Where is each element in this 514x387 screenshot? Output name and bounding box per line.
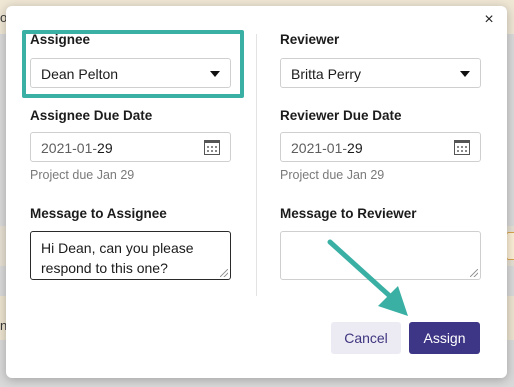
assignee-due-date-label: Assignee Due Date — [30, 108, 153, 123]
assignee-message-text: Hi Dean, can you please respond to this … — [41, 240, 194, 276]
reviewer-select[interactable]: Britta Perry — [280, 58, 481, 88]
assignee-select[interactable]: Dean Pelton — [30, 58, 231, 88]
calendar-icon[interactable] — [454, 140, 470, 155]
resize-grip-icon[interactable] — [220, 269, 228, 277]
cancel-button[interactable]: Cancel — [331, 322, 401, 354]
chevron-down-icon — [210, 71, 220, 77]
reviewer-due-date-value: 2021-01-29 — [291, 140, 363, 156]
chevron-down-icon — [460, 71, 470, 77]
column-divider — [256, 34, 257, 296]
reviewer-message-label: Message to Reviewer — [280, 206, 417, 221]
reviewer-label: Reviewer — [280, 32, 340, 47]
resize-grip-icon[interactable] — [470, 269, 478, 277]
assign-button[interactable]: Assign — [409, 322, 480, 354]
assignee-due-hint: Project due Jan 29 — [30, 168, 135, 182]
reviewer-selected-value: Britta Perry — [291, 66, 362, 82]
close-icon[interactable]: × — [481, 12, 497, 28]
reviewer-due-date-input[interactable]: 2021-01-29 — [280, 132, 481, 162]
assignee-message-label: Message to Assignee — [30, 206, 167, 221]
assignee-selected-value: Dean Pelton — [41, 66, 119, 82]
assignee-column: Assignee Dean Pelton Assignee Due Date 2… — [30, 32, 235, 280]
reviewer-due-hint: Project due Jan 29 — [280, 168, 385, 182]
reviewer-due-date-label: Reviewer Due Date — [280, 108, 402, 123]
assignee-label: Assignee — [30, 32, 91, 47]
assign-dialog: × Assignee Dean Pelton Assignee Due Date… — [6, 6, 507, 378]
annotation-arrow-icon — [327, 239, 408, 316]
background-edge-button[interactable] — [506, 232, 514, 260]
assignee-message-input[interactable]: Hi Dean, can you please respond to this … — [30, 231, 231, 280]
assignee-due-date-input[interactable]: 2021-01-29 — [30, 132, 231, 162]
calendar-icon[interactable] — [204, 140, 220, 155]
assignee-due-date-value: 2021-01-29 — [41, 140, 113, 156]
